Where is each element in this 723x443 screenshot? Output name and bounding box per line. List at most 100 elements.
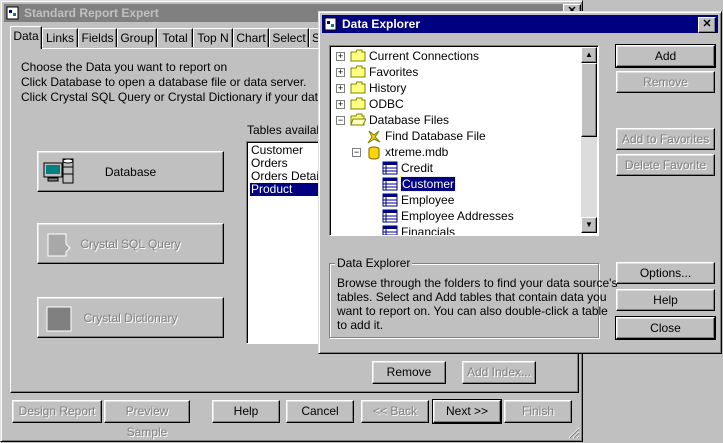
tab-total[interactable]: Total	[157, 28, 193, 47]
scroll-up-button[interactable]: ▲	[581, 47, 597, 63]
data-explorer-title: Data Explorer	[342, 17, 421, 31]
table-icon	[382, 177, 398, 191]
description-line-3: want to report on. You can also double-c…	[337, 304, 608, 318]
folder-icon-graphic	[350, 65, 366, 78]
folder-icon-graphic	[350, 49, 366, 62]
add-to-favorites-button[interactable]: Add to Favorites	[616, 128, 715, 150]
delete-favorite-button[interactable]: Delete Favorite	[616, 154, 715, 176]
data-source-tree[interactable]: + Current Connections + Favorites + History + O…	[329, 45, 599, 236]
tree-item[interactable]: Credit	[330, 160, 580, 176]
tab-group-label: Group	[120, 31, 154, 45]
crystal-sql-query-button[interactable]: Crystal SQL Query	[37, 223, 224, 264]
expand-icon[interactable]: +	[336, 100, 345, 109]
tree-item[interactable]: Find Database File	[330, 128, 580, 144]
tree-item[interactable]: Employee	[330, 192, 580, 208]
tree-item-label: Customer	[399, 176, 457, 192]
help-explorer-button[interactable]: Help	[616, 289, 715, 311]
tab-topn-label: Top N	[197, 31, 229, 45]
tree-item[interactable]: + Current Connections	[330, 48, 580, 64]
expand-icon[interactable]: +	[336, 52, 345, 61]
tree-item-label: Credit	[401, 161, 434, 175]
add-button[interactable]: Add	[615, 44, 716, 68]
options-button[interactable]: Options...	[616, 262, 715, 284]
tab-chart[interactable]: Chart	[233, 28, 269, 47]
tab-select[interactable]: Select	[269, 28, 309, 47]
tree-item[interactable]: Employee Addresses	[330, 208, 580, 224]
tab-data[interactable]: Data	[10, 26, 42, 49]
tab-chart-label: Chart	[236, 31, 266, 45]
tree-item[interactable]: − xtreme.mdb	[330, 144, 580, 160]
preview-sample-button[interactable]: Preview Sample	[104, 400, 190, 439]
close-button[interactable]: Close	[615, 316, 716, 340]
next-button[interactable]: Next >>	[432, 399, 502, 424]
remove-table-label: Remove	[386, 365, 432, 379]
scroll-down-button[interactable]: ▼	[581, 217, 597, 233]
data-explorer-close-glyph: ✕	[702, 18, 712, 30]
data-explorer-window: Data Explorer ✕ + Current Connections + Fav…	[318, 11, 722, 354]
folder-icon	[350, 65, 366, 78]
tree-item[interactable]: + Favorites	[330, 64, 580, 80]
expand-icon[interactable]: +	[336, 68, 345, 77]
expand-icon[interactable]: +	[336, 84, 345, 93]
tab-data-label: Data	[13, 29, 39, 43]
folder-open-icon	[350, 113, 367, 126]
tree-item[interactable]: − Database Files	[330, 112, 580, 128]
table-icon-graphic	[382, 209, 398, 223]
finish-button[interactable]: Finish	[504, 400, 572, 423]
options-label: Options...	[639, 266, 692, 280]
tree-item-label: ODBC	[369, 97, 404, 111]
tree-item-label: Employee	[401, 193, 455, 207]
resize-grip-icon[interactable]	[568, 427, 580, 439]
design-report-label: Design Report	[18, 404, 96, 418]
add-index-button[interactable]: Add Index...	[462, 361, 536, 384]
crystal-reports-icon	[6, 6, 19, 20]
add-label: Add	[654, 49, 677, 63]
remove-button[interactable]: Remove	[616, 71, 715, 93]
crystal-dictionary-button[interactable]: Crystal Dictionary	[37, 297, 224, 338]
description-line-4: to add it.	[337, 318, 384, 332]
tab-total-label: Total	[162, 31, 188, 45]
tree-item[interactable]: + History	[330, 80, 580, 96]
list-item-selected[interactable]: Product	[250, 183, 325, 196]
crystal-sql-query-label: Crystal SQL Query	[80, 237, 181, 251]
data-explorer-titlebar[interactable]: Data Explorer ✕	[322, 15, 718, 33]
tab-links[interactable]: Links	[42, 28, 78, 47]
tree-scrollbar[interactable]: ▲ ▼	[581, 47, 597, 233]
description-line-1: Browse through the folders to find your …	[337, 276, 618, 290]
tab-fields[interactable]: Fields	[78, 28, 117, 47]
help-button[interactable]: Help	[212, 400, 280, 423]
tab-select-label: Select	[272, 31, 306, 45]
remove-label: Remove	[643, 75, 688, 89]
tree-item[interactable]: Financials	[330, 224, 580, 235]
database-icon	[366, 145, 382, 160]
help-label: Help	[233, 404, 259, 418]
collapse-icon[interactable]: −	[352, 148, 361, 157]
collapse-icon[interactable]: −	[336, 116, 345, 125]
tree-item-label: History	[369, 81, 407, 95]
tree-item-label: xtreme.mdb	[385, 145, 449, 159]
folder-icon	[350, 49, 366, 62]
tree-item[interactable]: + ODBC	[330, 96, 580, 112]
cancel-button[interactable]: Cancel	[286, 400, 354, 423]
tab-group[interactable]: Group	[117, 28, 157, 47]
tree-item-label: Database Files	[369, 113, 450, 127]
find-file-icon-graphic	[367, 130, 381, 144]
tables-list[interactable]: Customer Orders Orders Detail Product	[246, 141, 328, 344]
delete-favorite-label: Delete Favorite	[624, 158, 707, 172]
instruction-line-1: Choose the Data you want to report on	[21, 60, 228, 74]
tree-item[interactable]: Customer	[330, 176, 580, 192]
add-index-label: Add Index...	[466, 365, 532, 379]
data-explorer-close-button[interactable]: ✕	[698, 17, 716, 33]
close-label: Close	[650, 321, 681, 335]
scroll-thumb[interactable]	[581, 63, 597, 137]
tab-topn[interactable]: Top N	[193, 28, 233, 47]
database-button[interactable]: Database	[37, 151, 224, 192]
back-button[interactable]: << Back	[361, 400, 429, 423]
find-file-icon	[366, 129, 382, 144]
preview-sample-label: Preview Sample	[125, 404, 169, 439]
report-expert-title: Standard Report Expert	[24, 6, 159, 20]
folder-icon-graphic	[350, 97, 366, 110]
design-report-button[interactable]: Design Report	[12, 400, 102, 423]
remove-table-button[interactable]: Remove	[372, 361, 446, 384]
table-icon	[382, 161, 398, 175]
